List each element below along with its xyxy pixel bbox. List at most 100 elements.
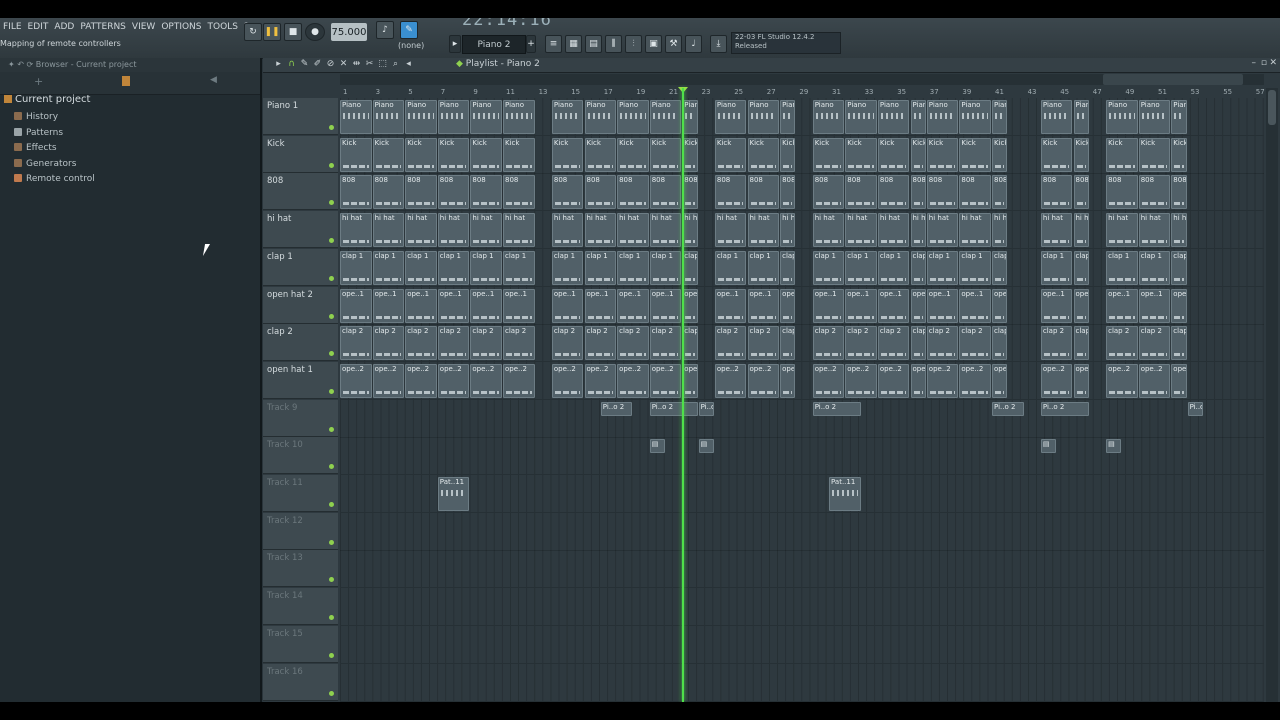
pattern-clip[interactable]: ope..1 bbox=[1171, 288, 1187, 323]
pattern-clip[interactable]: hi hat bbox=[747, 213, 780, 248]
timeline-ruler[interactable]: 1 3 5 7 9 11 13 15 17 19 21 23 25 27 29 31 33 35 37 39 41 43 4… bbox=[340, 88, 1265, 98]
pattern-clip[interactable]: ▤ bbox=[1040, 439, 1057, 454]
track-lane[interactable]: hi hat hi hat hi hat hi hat hi hat hi hat hi h… bbox=[340, 211, 1264, 250]
slip-icon[interactable]: ⇹ bbox=[351, 59, 362, 70]
stop-button[interactable]: ■ bbox=[284, 23, 302, 41]
pattern-clip[interactable]: Kick bbox=[340, 137, 372, 172]
pattern-selector[interactable]: Piano 2 bbox=[462, 35, 526, 54]
pattern-clip[interactable]: 808 bbox=[1073, 175, 1089, 210]
pattern-clip[interactable]: ope..1 bbox=[926, 288, 959, 323]
pattern-clip[interactable]: Kick bbox=[551, 137, 584, 172]
pattern-clip[interactable]: Piano bbox=[340, 100, 372, 134]
pattern-clip[interactable]: ope..2 bbox=[1138, 363, 1171, 398]
pattern-clip[interactable]: 808 bbox=[682, 175, 698, 210]
pattern-clip[interactable]: hi hat bbox=[649, 213, 682, 248]
pattern-clip[interactable]: Pi..o 2 bbox=[1187, 401, 1203, 416]
pattern-clip[interactable]: clap 1 bbox=[470, 250, 502, 285]
pattern-clip[interactable]: clap 1 bbox=[845, 250, 877, 285]
pattern-clip[interactable]: Kick bbox=[812, 137, 845, 172]
pattern-clip[interactable]: Piano bbox=[1106, 100, 1138, 134]
download-icon[interactable]: ⤓ bbox=[710, 35, 727, 53]
pattern-clip[interactable]: ope..2 bbox=[617, 363, 649, 398]
pattern-clip[interactable]: Kick bbox=[877, 137, 910, 172]
pattern-clip[interactable]: 808 bbox=[1040, 175, 1073, 210]
track-mute-led-icon[interactable] bbox=[329, 464, 334, 470]
pattern-clip[interactable]: ope..2 bbox=[1171, 363, 1187, 398]
track-header[interactable]: open hat 1 bbox=[263, 361, 338, 399]
pattern-clip[interactable]: Kick bbox=[649, 137, 682, 172]
pattern-clip[interactable]: Kick bbox=[372, 137, 405, 172]
track-lane[interactable]: Piano Piano Piano Piano Piano Piano Piano Piano… bbox=[340, 98, 1264, 136]
pattern-clip[interactable]: ope..2 bbox=[780, 363, 796, 398]
pattern-clip[interactable]: ope..1 bbox=[617, 288, 649, 323]
pattern-clip[interactable]: Pat..11 bbox=[829, 477, 861, 511]
pattern-clip[interactable]: clap 2 bbox=[714, 326, 747, 361]
tree-root[interactable]: Current project bbox=[4, 94, 90, 105]
pattern-clip[interactable]: ope..1 bbox=[1138, 288, 1171, 323]
pattern-clip[interactable]: Piano bbox=[780, 100, 796, 134]
pattern-clip[interactable]: ope..1 bbox=[747, 288, 780, 323]
pattern-clip[interactable]: Kick bbox=[747, 137, 780, 172]
track-mute-led-icon[interactable] bbox=[329, 388, 334, 394]
pattern-clip[interactable]: ope..2 bbox=[470, 363, 502, 398]
pattern-clip[interactable]: ope..1 bbox=[1040, 288, 1073, 323]
pattern-clip[interactable]: clap 1 bbox=[1073, 250, 1089, 285]
pattern-clip[interactable]: clap 2 bbox=[1138, 326, 1171, 361]
track-lane[interactable]: ope..2 ope..2 ope..2 ope..2 ope..2 ope..2 ope.… bbox=[340, 361, 1264, 400]
track-header[interactable]: clap 1 bbox=[263, 248, 338, 286]
step-sequencer-icon[interactable]: ▦ bbox=[565, 35, 582, 53]
pattern-clip[interactable]: ope..2 bbox=[551, 363, 584, 398]
pattern-clip[interactable]: clap 2 bbox=[437, 326, 470, 361]
pattern-clip[interactable]: clap 2 bbox=[340, 326, 372, 361]
pattern-clip[interactable]: ope..1 bbox=[845, 288, 877, 323]
tree-item-effects[interactable]: Effects bbox=[14, 143, 57, 153]
pattern-clip[interactable]: clap 1 bbox=[714, 250, 747, 285]
pattern-clip[interactable]: Piano bbox=[845, 100, 877, 134]
track-lane[interactable] bbox=[340, 588, 1264, 627]
pattern-clip[interactable]: clap 2 bbox=[845, 326, 877, 361]
tree-item-history[interactable]: History bbox=[14, 112, 58, 122]
mixer-icon[interactable]: ⫶ bbox=[625, 35, 642, 53]
pattern-clip[interactable]: Kick bbox=[437, 137, 470, 172]
snap-selector[interactable]: (none) bbox=[398, 41, 424, 50]
pattern-clip[interactable]: clap 2 bbox=[682, 326, 698, 361]
menu-tools[interactable]: TOOLS bbox=[205, 20, 241, 34]
pattern-clip[interactable]: clap 1 bbox=[812, 250, 845, 285]
pattern-clip[interactable]: ope..2 bbox=[584, 363, 617, 398]
track-mute-led-icon[interactable] bbox=[329, 351, 334, 357]
pattern-clip[interactable]: Pi..o 2 bbox=[1040, 401, 1089, 416]
pattern-clip[interactable]: clap 2 bbox=[747, 326, 780, 361]
track-header[interactable]: 808 bbox=[263, 173, 338, 211]
pattern-clip[interactable]: clap 2 bbox=[503, 326, 535, 361]
pattern-clip[interactable]: hi hat bbox=[372, 213, 405, 248]
track-lane[interactable]: ▤ ▤ ▤ ▤ bbox=[340, 437, 1264, 476]
pattern-clip[interactable]: ope..2 bbox=[1040, 363, 1073, 398]
pattern-clip[interactable]: Kick bbox=[617, 137, 649, 172]
pattern-clip[interactable]: 808 bbox=[551, 175, 584, 210]
pattern-clip[interactable]: Piano bbox=[877, 100, 910, 134]
pattern-clip[interactable]: clap 1 bbox=[551, 250, 584, 285]
pattern-clip[interactable]: clap 1 bbox=[405, 250, 437, 285]
pattern-clip[interactable]: Piano bbox=[992, 100, 1008, 134]
pattern-clip[interactable]: Piano bbox=[437, 100, 470, 134]
brush-icon[interactable]: ✐ bbox=[312, 59, 323, 70]
track-header[interactable]: Track 11 bbox=[263, 475, 338, 512]
pattern-clip[interactable]: clap 2 bbox=[551, 326, 584, 361]
menu-file[interactable]: FILE bbox=[0, 20, 25, 34]
pattern-clip[interactable]: Kick bbox=[845, 137, 877, 172]
pattern-clip[interactable]: 808 bbox=[1138, 175, 1171, 210]
pattern-clip[interactable]: clap 1 bbox=[340, 250, 372, 285]
pattern-clip[interactable]: clap 1 bbox=[1106, 250, 1138, 285]
pattern-clip[interactable]: clap 2 bbox=[992, 326, 1008, 361]
track-mute-led-icon[interactable] bbox=[329, 238, 334, 244]
pattern-clip[interactable]: Piano bbox=[1171, 100, 1187, 134]
track-lane[interactable] bbox=[340, 512, 1264, 551]
track-header[interactable]: hi hat bbox=[263, 211, 338, 249]
pattern-clip[interactable]: hi hat bbox=[780, 213, 796, 248]
pattern-clip[interactable]: Pi..o 2 bbox=[649, 401, 698, 416]
track-header[interactable]: open hat 2 bbox=[263, 286, 338, 324]
close-icon[interactable]: ✕ bbox=[1269, 58, 1277, 68]
pattern-clip[interactable]: ope..2 bbox=[340, 363, 372, 398]
pattern-clip[interactable]: ope..1 bbox=[584, 288, 617, 323]
pattern-clip[interactable]: clap 1 bbox=[910, 250, 926, 285]
